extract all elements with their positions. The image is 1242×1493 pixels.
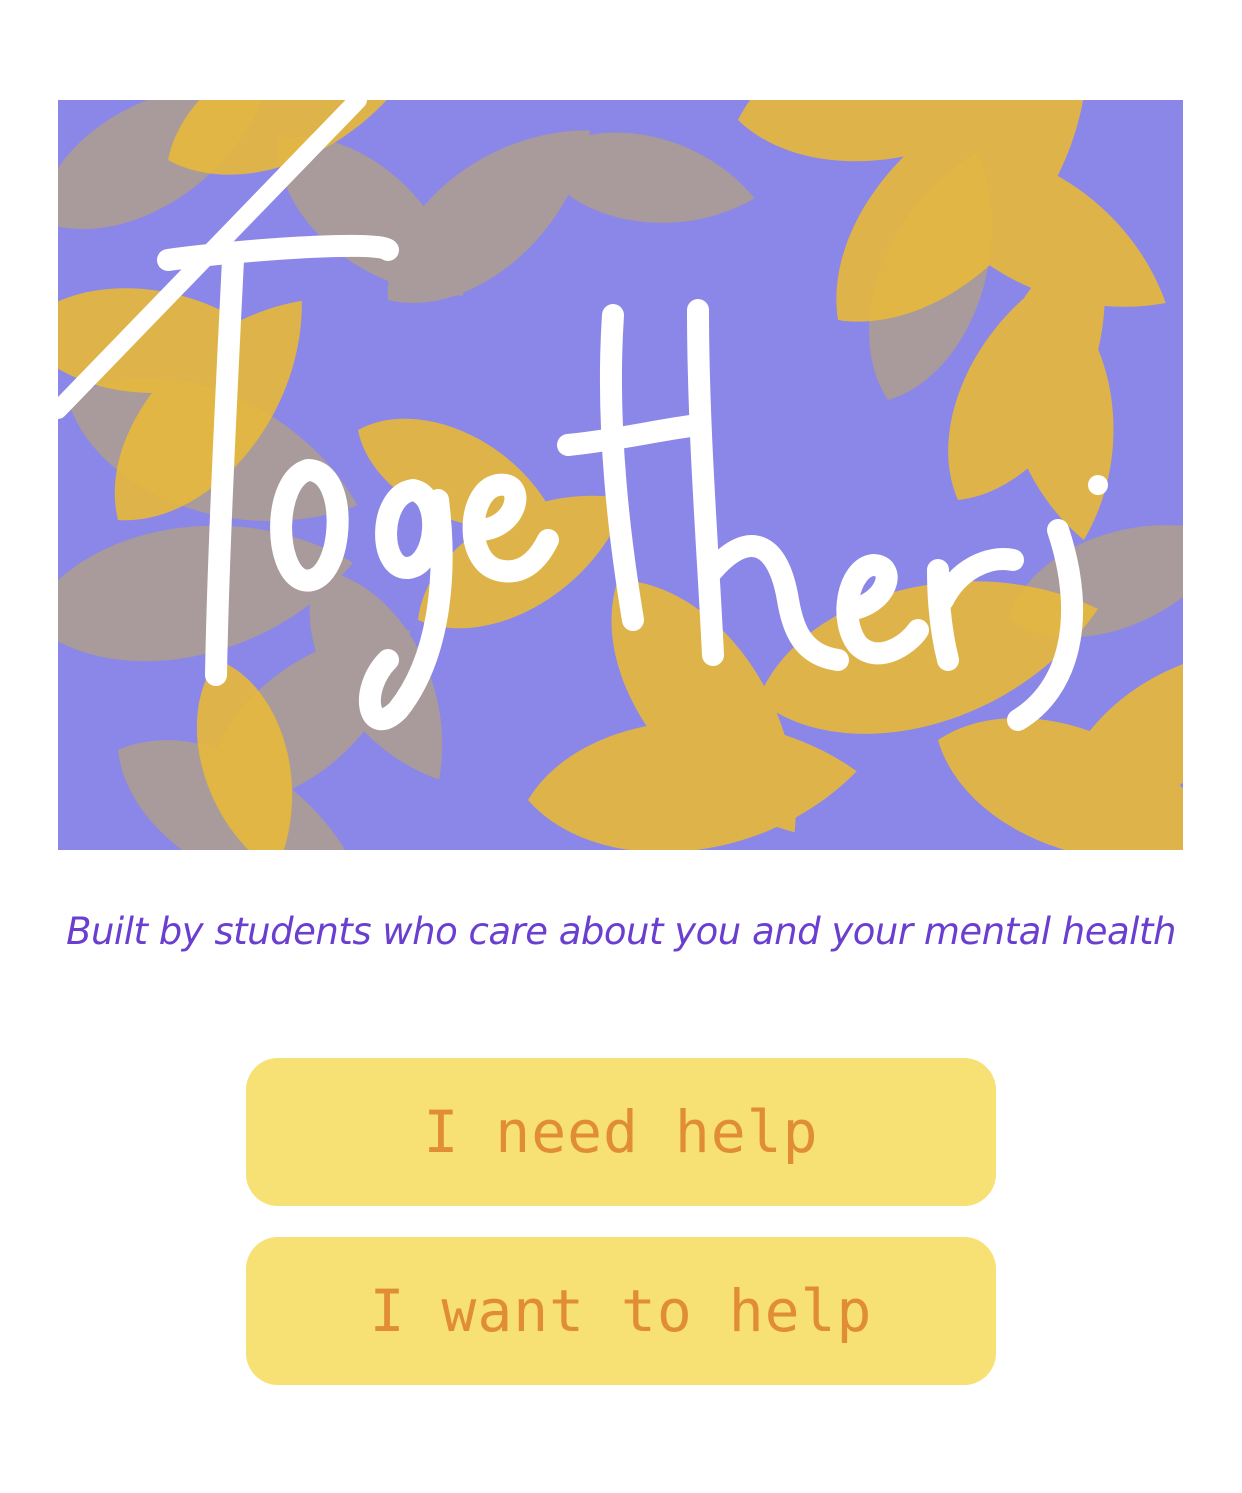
want-to-help-button[interactable]: I want to help: [246, 1237, 996, 1385]
together-logo-artwork: [58, 100, 1183, 850]
tagline: Built by students who care about you and…: [66, 910, 1176, 953]
hero-banner: [58, 100, 1183, 850]
need-help-button[interactable]: I need help: [246, 1058, 996, 1206]
